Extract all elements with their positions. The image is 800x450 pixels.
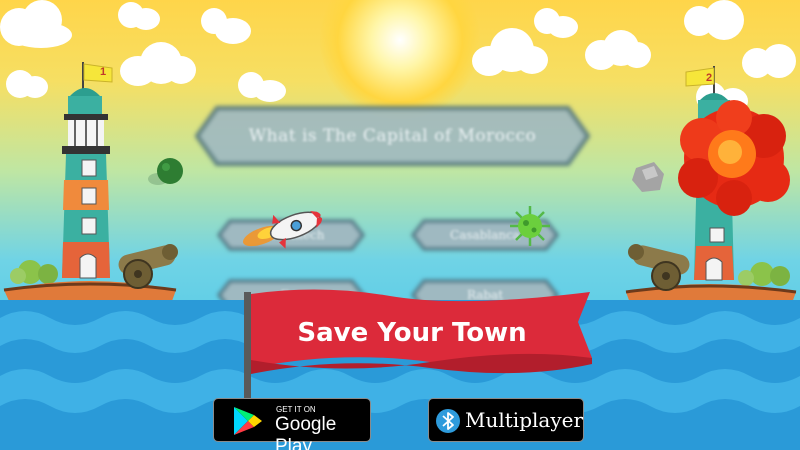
question-text: What is The Capital of Morocco [248, 126, 537, 146]
store-big-text: Google Play [275, 414, 337, 450]
player-2-number: 2 [706, 72, 713, 84]
virus-icon [510, 206, 550, 246]
question-panel: What is The Capital of Morocco [195, 104, 590, 168]
game-scene: What is The Capital of Morocco Marrakech… [0, 0, 800, 450]
game-title: Save Your Town [297, 318, 527, 348]
explosion-icon [678, 100, 790, 216]
cloud [110, 0, 170, 40]
left-tower [3, 62, 178, 331]
bluetooth-icon [436, 409, 460, 433]
sun [320, 0, 480, 120]
rocket-icon [243, 210, 323, 249]
cloud [0, 0, 80, 60]
player-1-number: 1 [100, 66, 107, 78]
store-small-text: GET IT ON [276, 405, 316, 414]
title-banner: Save Your Town [240, 288, 600, 404]
google-play-button[interactable]: GET IT ON Google Play [213, 398, 371, 450]
cloud [528, 6, 588, 46]
cloud [195, 2, 255, 52]
google-play-icon [234, 407, 262, 435]
multiplayer-button[interactable]: Multiplayer [428, 398, 584, 442]
multiplayer-label: Multiplayer [465, 408, 584, 432]
